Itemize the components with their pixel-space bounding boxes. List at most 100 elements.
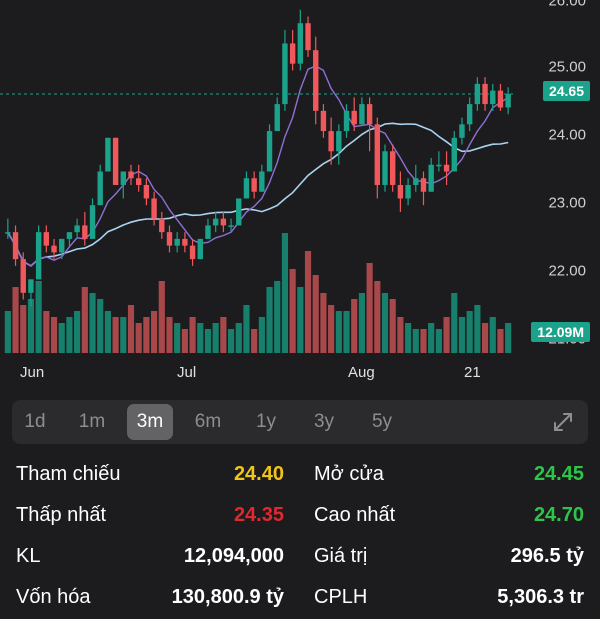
candle-body xyxy=(289,43,296,64)
candle-body xyxy=(228,225,234,227)
tab-6m[interactable]: 6m xyxy=(185,404,231,440)
volume-bar xyxy=(158,281,165,353)
volume-bar xyxy=(181,329,188,353)
volume-bar xyxy=(4,311,11,353)
tab-3y[interactable]: 3y xyxy=(301,404,347,440)
volume-bar xyxy=(143,317,150,353)
candlestick-chart[interactable] xyxy=(0,0,600,390)
candle-body xyxy=(174,238,180,246)
volume-bar xyxy=(66,317,73,353)
candle-body xyxy=(374,124,380,185)
candle-body xyxy=(359,104,365,125)
x-axis-label-jul: Jul xyxy=(177,364,197,381)
tab-1d[interactable]: 1d xyxy=(12,404,58,440)
stat-label-market-cap: Vốn hóa xyxy=(16,586,91,608)
candle-body xyxy=(282,43,288,105)
volume-bar xyxy=(166,317,173,353)
stat-row: Vốn hóa 130,800.9 tỷ CPLH 5,306.3 tr xyxy=(0,579,600,619)
volume-bar xyxy=(227,329,235,353)
volume-bar xyxy=(174,323,181,353)
stat-label-shares-outstanding: CPLH xyxy=(314,586,368,608)
candle-body xyxy=(182,238,188,246)
candle-body xyxy=(28,279,34,293)
volume-bar xyxy=(97,299,104,353)
price-axis-label-23: 23.00 xyxy=(548,194,586,212)
candle-body xyxy=(97,171,103,206)
candle-body xyxy=(243,178,250,199)
volume-bar xyxy=(481,323,489,353)
candle-body xyxy=(420,178,427,192)
volume-bar xyxy=(104,311,111,353)
tab-5y[interactable]: 5y xyxy=(359,404,405,440)
volume-bar xyxy=(405,323,412,353)
volume-bar xyxy=(458,317,466,353)
volume-bar xyxy=(389,299,396,353)
volume-bar xyxy=(258,317,265,353)
candle-body xyxy=(43,232,50,246)
volume-bar xyxy=(127,305,135,353)
candle-body xyxy=(466,104,473,125)
candle-body xyxy=(351,110,357,125)
volume-bar xyxy=(58,323,65,353)
current-volume-badge: 12.09M xyxy=(531,322,590,342)
stat-value-shares-outstanding: 5,306.3 tr xyxy=(497,586,584,608)
volume-bar xyxy=(412,329,419,353)
volume-bar xyxy=(81,287,88,353)
candle-body xyxy=(320,110,327,132)
price-axis-label-26: 26.00 xyxy=(548,0,586,10)
volume-bar xyxy=(27,299,35,353)
volume-bar xyxy=(243,305,250,353)
stat-label-low: Thấp nhất xyxy=(16,504,107,526)
volume-bar xyxy=(266,287,273,353)
volume-bar xyxy=(204,329,212,353)
volume-bar xyxy=(189,317,196,353)
price-chart[interactable]: 26.00 25.00 24.00 23.00 22.00 21.00 24.6… xyxy=(0,0,600,390)
tab-3m[interactable]: 3m xyxy=(127,404,173,440)
volume-bar xyxy=(304,251,312,353)
candle-body xyxy=(405,184,411,199)
x-axis-label-aug: Aug xyxy=(348,364,375,381)
volume-bar xyxy=(366,263,373,353)
tab-1y[interactable]: 1y xyxy=(243,404,289,440)
volume-bar xyxy=(50,317,58,353)
volume-bar xyxy=(120,317,127,353)
candle-body xyxy=(266,131,273,172)
candle-body xyxy=(35,232,42,280)
candle-body xyxy=(390,151,396,185)
volume-bar xyxy=(351,299,358,353)
candle-body xyxy=(428,164,434,192)
candle-body xyxy=(105,137,111,172)
candle-body xyxy=(297,23,304,64)
candle-body xyxy=(112,137,119,185)
volume-bar xyxy=(220,317,227,353)
candle-body xyxy=(382,151,388,185)
stat-label-open: Mở cửa xyxy=(314,463,384,485)
candle-body xyxy=(274,104,280,132)
volume-bar xyxy=(12,287,19,353)
volume-bar xyxy=(35,281,42,353)
volume-bar xyxy=(312,275,319,353)
volume-bar xyxy=(505,323,512,353)
candle-body xyxy=(59,238,65,253)
volume-bar xyxy=(289,269,296,353)
stat-label-volume: KL xyxy=(16,545,41,567)
volume-bar xyxy=(251,329,258,353)
candle-body xyxy=(343,110,350,132)
candle-body xyxy=(236,198,242,226)
candle-body xyxy=(436,164,442,167)
volume-bar xyxy=(43,311,50,353)
volume-bar xyxy=(474,305,481,353)
volume-bar xyxy=(89,293,96,353)
stat-value-low: 24.35 xyxy=(233,504,284,526)
volume-bar xyxy=(451,293,458,353)
candle-body xyxy=(12,232,19,260)
tab-1m[interactable]: 1m xyxy=(69,404,115,440)
expand-arrows-icon[interactable] xyxy=(552,411,574,433)
volume-bar xyxy=(135,323,142,353)
candle-body xyxy=(259,171,265,192)
candle-body xyxy=(120,171,126,185)
candle-body xyxy=(474,83,481,105)
stat-value-market-cap: 130,800.9 tỷ xyxy=(171,586,284,608)
stat-value-open: 24.45 xyxy=(533,463,584,485)
candle-body xyxy=(336,131,342,152)
